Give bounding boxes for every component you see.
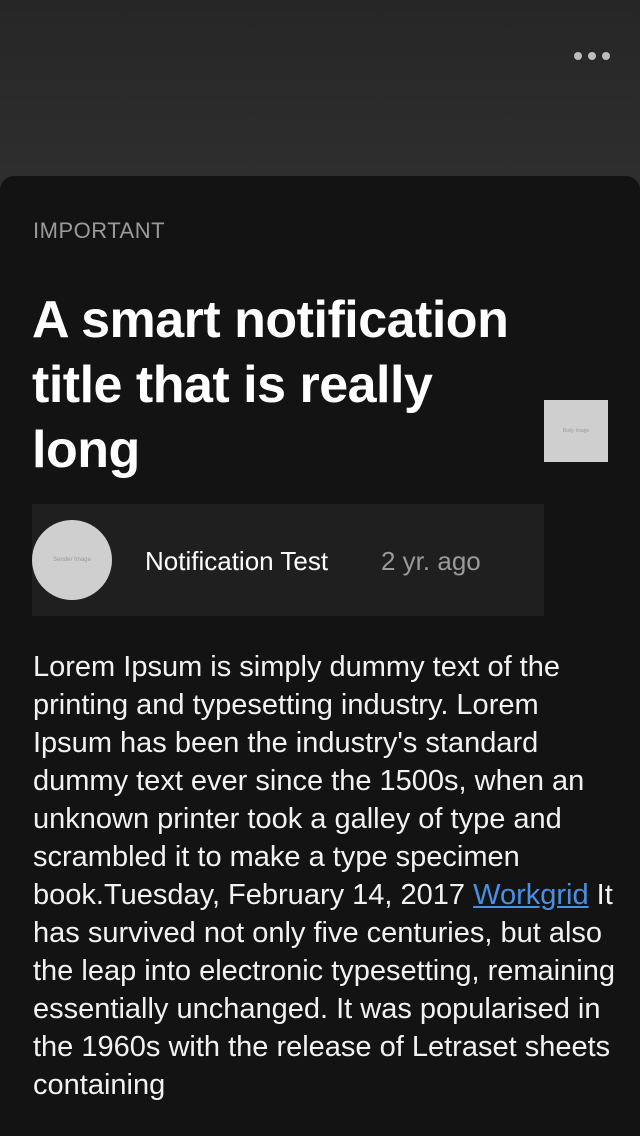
body-image: Body Image (544, 400, 608, 462)
notification-sheet: IMPORTANT A smart notification title tha… (0, 176, 640, 1136)
notification-body: Lorem Ipsum is simply dummy text of the … (33, 648, 623, 1104)
workgrid-link[interactable]: Workgrid (473, 879, 589, 911)
more-dot-icon (574, 52, 582, 60)
more-dot-icon (602, 52, 610, 60)
notification-timestamp: 2 yr. ago (381, 546, 481, 576)
notification-title: A smart notification title that is reall… (32, 291, 509, 479)
sender-name: Notification Test (145, 546, 329, 576)
body-text-part2: It has survived not only five centuries,… (33, 879, 615, 1101)
sender-avatar[interactable]: Sender Image (32, 520, 112, 600)
more-options-button[interactable] (574, 44, 610, 68)
sender-row: Sender Image Notification Test 2 yr. ago (32, 504, 544, 616)
more-dot-icon (588, 52, 596, 60)
notification-category: IMPORTANT (33, 218, 166, 243)
body-text-part1: Lorem Ipsum is simply dummy text of the … (33, 651, 585, 911)
notification-detail-screen: IMPORTANT A smart notification title tha… (0, 0, 640, 1136)
